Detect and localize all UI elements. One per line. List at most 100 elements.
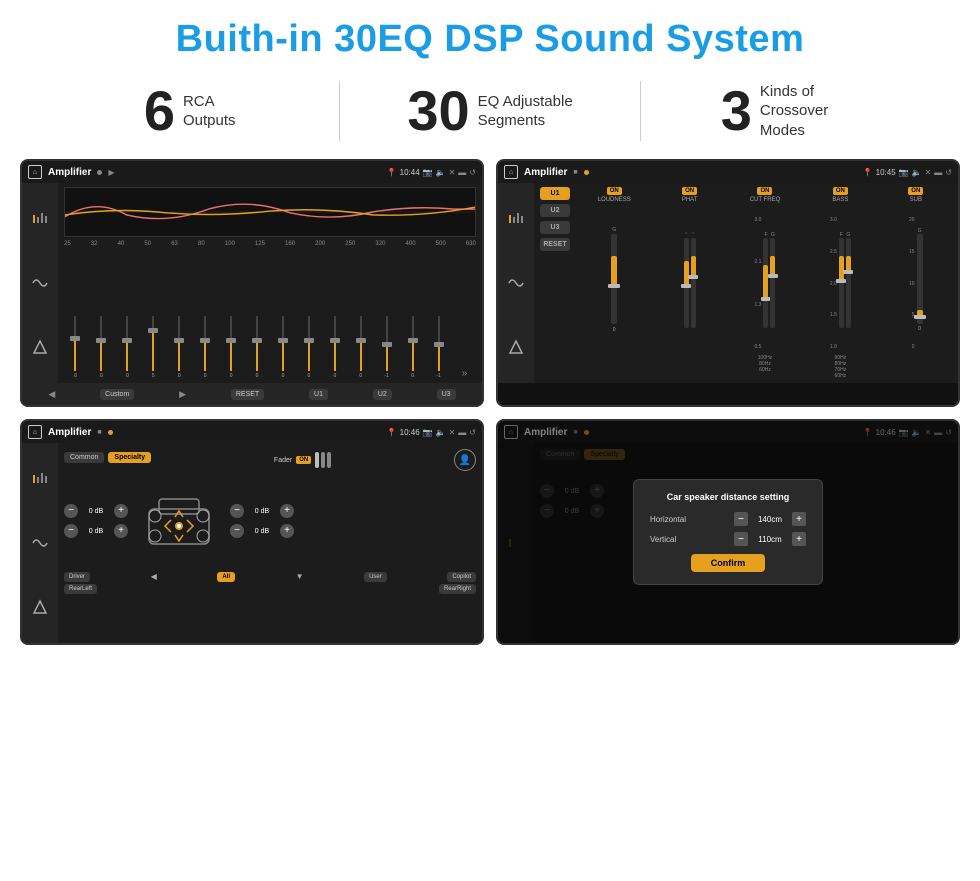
eq-slider-3[interactable]: 5 xyxy=(142,316,165,379)
ch2-label: PHAT xyxy=(682,197,698,203)
eq-icon-x: ✕ xyxy=(449,168,456,177)
eq-slider-2[interactable]: 0 xyxy=(116,316,139,379)
ch2-on-badge: ON xyxy=(682,187,697,195)
page-title: Buith-in 30EQ DSP Sound System xyxy=(0,0,980,71)
eq-slider-12[interactable]: -1 xyxy=(375,316,398,379)
fader-app-name: Amplifier xyxy=(48,427,91,438)
eq-custom-btn[interactable]: Custom xyxy=(100,389,134,400)
eq-slider-10[interactable]: 0 xyxy=(323,316,346,379)
fader-specialty-tab[interactable]: Specialty xyxy=(108,452,151,463)
eq-slider-4[interactable]: 0 xyxy=(168,316,191,379)
eq-u3-btn[interactable]: U3 xyxy=(437,389,456,400)
fader-home-icon[interactable]: ⌂ xyxy=(28,425,42,439)
db3-plus-btn[interactable]: + xyxy=(280,504,294,518)
fader-all-btn[interactable]: All xyxy=(217,572,235,582)
eq-sidebar-icon-3[interactable] xyxy=(29,336,51,358)
dialog-vertical-plus-btn[interactable]: + xyxy=(792,532,806,546)
volume-icon: 🔈 xyxy=(436,168,446,177)
stat-eq-label: EQ Adjustable Segments xyxy=(478,92,573,131)
person-icon[interactable]: 👤 xyxy=(454,449,476,471)
preset-u1-btn[interactable]: U1 xyxy=(540,187,570,200)
eq-sidebar-icon-2[interactable] xyxy=(29,272,51,294)
eq-slider-0[interactable]: 0 xyxy=(64,316,87,379)
crossover-sidebar xyxy=(498,183,534,383)
stat-eq-number: 30 xyxy=(407,83,469,139)
crossover-content: U1 U2 U3 RESET ON LOUDNESS ON PHAT xyxy=(498,183,958,383)
preset-u3-btn[interactable]: U3 xyxy=(540,221,570,234)
eq-u2-btn[interactable]: U2 xyxy=(373,389,392,400)
dialog-confirm-btn[interactable]: Confirm xyxy=(691,554,766,572)
fader-sidebar-icon-2[interactable] xyxy=(29,532,51,554)
fader-on-badge[interactable]: ON xyxy=(296,456,311,464)
fader-common-tab[interactable]: Common xyxy=(64,452,104,463)
crossover-home-icon[interactable]: ⌂ xyxy=(504,165,518,179)
car-diagram xyxy=(134,476,224,566)
eq-slider-8[interactable]: 0 xyxy=(272,316,295,379)
db2-minus-btn[interactable]: − xyxy=(64,524,78,538)
db1-value: 0 dB xyxy=(81,508,111,515)
crossover-app-name: Amplifier xyxy=(524,167,567,178)
dialog-vertical-minus-btn[interactable]: − xyxy=(734,532,748,546)
crossover-sidebar-icon-1[interactable] xyxy=(505,208,527,230)
eq-slider-7[interactable]: 0 xyxy=(246,316,269,379)
ch3-on-badge: ON xyxy=(757,187,772,195)
fader-status-left: ⌂ Amplifier ■ xyxy=(28,425,113,439)
eq-sidebar-icon-1[interactable] xyxy=(29,208,51,230)
fader-arrow-down: ▼ xyxy=(296,572,304,582)
fader-rearright-btn[interactable]: RearRight xyxy=(439,584,476,594)
eq-slider-14[interactable]: -1 xyxy=(427,316,450,379)
fader-sidebar-icon-1[interactable] xyxy=(29,468,51,490)
eq-slider-9[interactable]: 0 xyxy=(297,316,320,379)
db-row-3: − 0 dB + xyxy=(230,504,294,518)
crossover-vol-icon: 🔈 xyxy=(912,168,922,177)
crossover-sidebar-icon-2[interactable] xyxy=(505,272,527,294)
fader-copilot-btn[interactable]: Copilot xyxy=(447,572,476,582)
fader-time: 10:46 xyxy=(400,428,420,437)
home-icon[interactable]: ⌂ xyxy=(28,165,42,179)
db4-minus-btn[interactable]: − xyxy=(230,524,244,538)
eq-slider-13[interactable]: 0 xyxy=(401,316,424,379)
eq-main-area: 253240506380100125160200250320400500630 … xyxy=(58,183,482,383)
dialog-horizontal-minus-btn[interactable]: − xyxy=(734,512,748,526)
db-row-1: − 0 dB + xyxy=(64,504,128,518)
eq-expand-icon[interactable]: » xyxy=(453,348,476,379)
back-icon: ↺ xyxy=(469,168,476,177)
db1-minus-btn[interactable]: − xyxy=(64,504,78,518)
fader-sidebar xyxy=(22,443,58,643)
db3-minus-btn[interactable]: − xyxy=(230,504,244,518)
dialog-horizontal-plus-btn[interactable]: + xyxy=(792,512,806,526)
eq-next-btn[interactable]: ▶ xyxy=(179,389,186,400)
db4-plus-btn[interactable]: + xyxy=(280,524,294,538)
eq-slider-11[interactable]: 0 xyxy=(349,316,372,379)
fader-mini-1 xyxy=(315,452,319,468)
eq-u1-btn[interactable]: U1 xyxy=(309,389,328,400)
preset-reset-btn[interactable]: RESET xyxy=(540,238,570,251)
fader-user-btn[interactable]: User xyxy=(364,572,387,582)
fader-rect-icon: ▬ xyxy=(458,428,466,437)
db1-plus-btn[interactable]: + xyxy=(114,504,128,518)
dialog-box: Car speaker distance setting Horizontal … xyxy=(633,479,823,585)
dialog-vertical-label: Vertical xyxy=(650,535,676,544)
stat-rca-number: 6 xyxy=(144,83,175,139)
fader-status-right: 📍 10:46 📷 🔈 ✕ ▬ ↺ xyxy=(387,428,476,437)
db2-plus-btn[interactable]: + xyxy=(114,524,128,538)
preset-u2-btn[interactable]: U2 xyxy=(540,204,570,217)
eq-slider-1[interactable]: 0 xyxy=(90,316,113,379)
fader-cam-icon: 📷 xyxy=(423,428,433,437)
ch1-on-badge: ON xyxy=(607,187,622,195)
db4-value: 0 dB xyxy=(247,528,277,535)
crossover-screen: ⌂ Amplifier ■ 📍 10:45 📷 🔈 ✕ ▬ ↺ xyxy=(496,159,960,407)
status-dot-1 xyxy=(97,170,102,175)
eq-prev-btn[interactable]: ◀ xyxy=(48,389,55,400)
fader-sidebar-icon-3[interactable] xyxy=(29,596,51,618)
fader-driver-btn[interactable]: Driver xyxy=(64,572,90,582)
eq-reset-btn[interactable]: RESET xyxy=(231,389,264,400)
fader-rearleft-btn[interactable]: RearLeft xyxy=(64,584,97,594)
crossover-sidebar-icon-3[interactable] xyxy=(505,336,527,358)
eq-slider-6[interactable]: 0 xyxy=(220,316,243,379)
eq-slider-5[interactable]: 0 xyxy=(194,316,217,379)
dialog-title: Car speaker distance setting xyxy=(650,492,806,502)
dialog-vertical-row: Vertical − 110cm + xyxy=(650,532,806,546)
dialog-horizontal-control: − 140cm + xyxy=(734,512,806,526)
crossover-time: 10:45 xyxy=(876,168,896,177)
